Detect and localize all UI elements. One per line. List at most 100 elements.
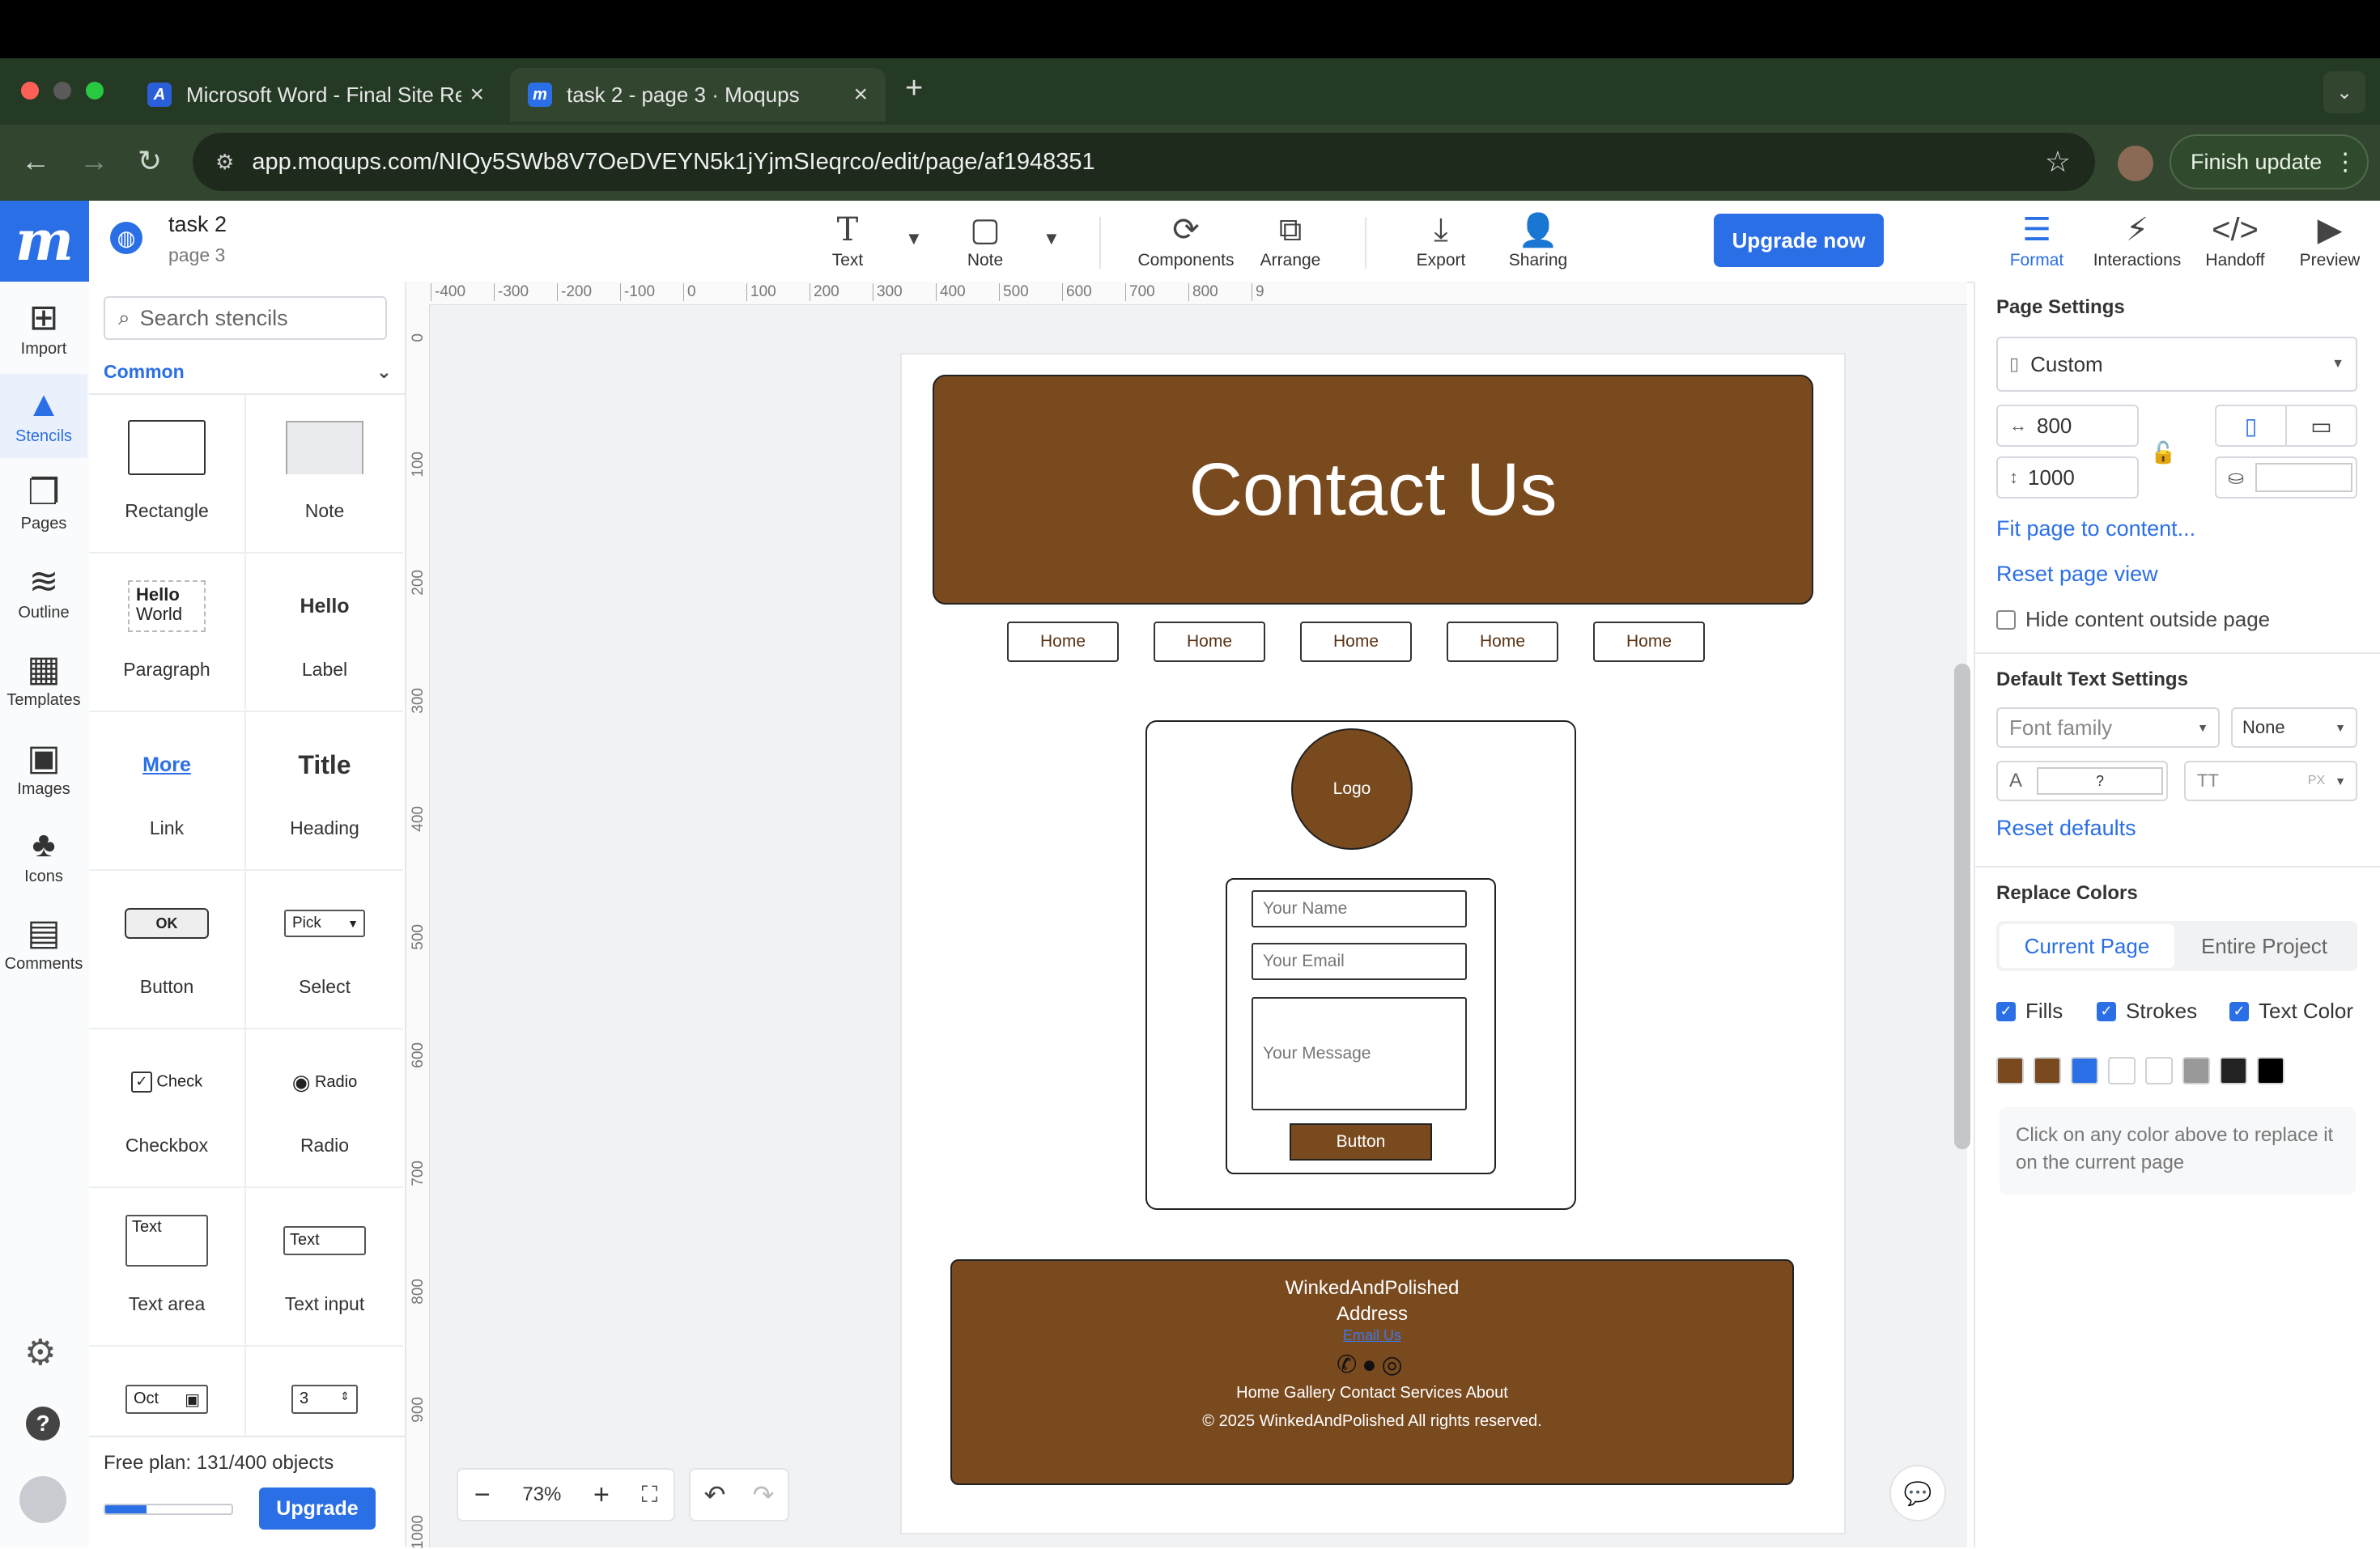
- nav-button-home[interactable]: Home: [1154, 622, 1265, 662]
- whatsapp-icon[interactable]: ◎: [1382, 1352, 1408, 1378]
- color-swatch[interactable]: [2034, 1057, 2061, 1084]
- stencil-heading[interactable]: Title Heading: [246, 712, 403, 871]
- stencil-number-stepper[interactable]: 3 ⇕: [246, 1347, 403, 1436]
- tab-entire-project[interactable]: Entire Project: [2174, 924, 2354, 968]
- arrange-button[interactable]: ⧉ Arrange: [1252, 209, 1329, 270]
- nav-button-home[interactable]: Home: [1007, 622, 1119, 662]
- stencil-label-item[interactable]: Hello Label: [246, 554, 403, 712]
- logo-circle[interactable]: Logo: [1291, 728, 1413, 850]
- rail-stencils[interactable]: ▲ Stencils: [0, 382, 87, 446]
- reset-page-view-link[interactable]: Reset page view: [1996, 562, 2158, 587]
- color-swatch[interactable]: [2182, 1057, 2210, 1084]
- rail-icons[interactable]: ♣ Icons: [0, 822, 87, 886]
- preview-tab[interactable]: ▶ Preview: [2293, 209, 2367, 270]
- stencil-text-area[interactable]: Text Text area: [89, 1188, 246, 1347]
- mockup-footer[interactable]: WinkedAndPolished Address Email Us ✆●◎ H…: [950, 1259, 1794, 1485]
- note-tool[interactable]: ▢ Note: [963, 209, 1007, 270]
- zoom-out-icon[interactable]: −: [474, 1479, 491, 1511]
- rail-pages[interactable]: ❐ Pages: [0, 469, 87, 533]
- nav-button-home[interactable]: Home: [1447, 622, 1558, 662]
- hero-banner[interactable]: Contact Us: [933, 375, 1813, 605]
- page-size-select[interactable]: ▯ Custom ▼: [1996, 337, 2357, 392]
- rail-outline[interactable]: ≋ Outline: [0, 558, 87, 622]
- text-tool[interactable]: T Text: [826, 209, 869, 270]
- portrait-icon[interactable]: ▯: [2216, 406, 2287, 445]
- site-settings-icon[interactable]: ⚙: [215, 150, 234, 175]
- font-family-select[interactable]: Font family ▼: [1996, 707, 2220, 748]
- submit-button[interactable]: Button: [1290, 1123, 1432, 1161]
- minimize-window-button[interactable]: [53, 82, 71, 100]
- browser-tab-moqups[interactable]: m task 2 - page 3 · Moqups ×: [510, 68, 886, 121]
- nav-button-home[interactable]: Home: [1593, 622, 1705, 662]
- category-select[interactable]: Common ⌄: [104, 361, 392, 383]
- export-button[interactable]: ⤓ Export: [1409, 209, 1473, 270]
- zoom-level[interactable]: 73%: [522, 1483, 561, 1506]
- browser-tab-word[interactable]: A Microsoft Word - Final Site Re ×: [130, 68, 502, 121]
- help-icon[interactable]: ?: [26, 1407, 60, 1441]
- user-avatar[interactable]: [19, 1476, 66, 1523]
- rail-import[interactable]: ⊞ Import: [0, 295, 87, 359]
- settings-gear-icon[interactable]: ⚙: [24, 1332, 56, 1373]
- search-stencils-input[interactable]: ⌕ Search stencils: [104, 296, 387, 340]
- interactions-tab[interactable]: ⚡ Interactions: [2089, 209, 2186, 270]
- bookmark-star-icon[interactable]: ☆: [2045, 145, 2071, 179]
- back-icon[interactable]: ←: [21, 144, 50, 178]
- close-tab-icon[interactable]: ×: [470, 81, 484, 108]
- fit-page-link[interactable]: Fit page to content...: [1996, 516, 2195, 541]
- finish-update-button[interactable]: Finish update ⋮: [2170, 134, 2369, 189]
- stencil-text-input[interactable]: Text Text input: [246, 1188, 403, 1347]
- stencil-rectangle[interactable]: Rectangle: [89, 395, 246, 554]
- font-color-picker[interactable]: A ?: [1996, 761, 2168, 801]
- format-tab[interactable]: ☰ Format: [1996, 209, 2077, 270]
- stencil-date-picker[interactable]: Oct ▣: [89, 1347, 246, 1436]
- tab-current-page[interactable]: Current Page: [2000, 924, 2174, 968]
- page-width-input[interactable]: ↔ 800: [1996, 405, 2139, 447]
- chat-icon[interactable]: 💬: [1889, 1465, 1946, 1521]
- profile-avatar[interactable]: [2118, 146, 2153, 181]
- stencil-note[interactable]: Note: [246, 395, 403, 554]
- text-dropdown-icon[interactable]: ▼: [905, 228, 923, 249]
- handoff-tab[interactable]: </> Handoff: [2199, 209, 2272, 270]
- globe-icon[interactable]: ◍: [110, 222, 142, 254]
- stencil-link[interactable]: More Link: [89, 712, 246, 871]
- page-fill-color[interactable]: ⛀: [2215, 456, 2357, 499]
- more-menu-icon[interactable]: ⋮: [2333, 148, 2357, 176]
- sharing-button[interactable]: 👤 Sharing: [1499, 209, 1577, 270]
- color-swatch[interactable]: [2071, 1057, 2098, 1084]
- zoom-in-icon[interactable]: +: [593, 1479, 610, 1511]
- stencil-paragraph[interactable]: Hello World Paragraph: [89, 554, 246, 712]
- color-swatch[interactable]: [2145, 1057, 2173, 1084]
- reload-icon[interactable]: ↻: [138, 144, 162, 178]
- your-email-input[interactable]: Your Email: [1252, 943, 1467, 980]
- maximize-window-button[interactable]: [86, 82, 104, 100]
- fit-screen-icon[interactable]: ⛶: [642, 1482, 658, 1509]
- strokes-checkbox[interactable]: ✓ Strokes: [2097, 999, 2197, 1024]
- tab-search-button[interactable]: ⌄: [2323, 71, 2365, 113]
- rail-images[interactable]: ▣ Images: [0, 735, 87, 799]
- address-bar[interactable]: ⚙ app.moqups.com/NIQy5SWb8V7OeDVEYN5k1jY…: [193, 133, 2095, 191]
- new-tab-icon[interactable]: +: [905, 71, 923, 106]
- nav-button-home[interactable]: Home: [1300, 622, 1412, 662]
- stencil-select[interactable]: Pick ▼ Select: [246, 871, 403, 1029]
- landscape-icon[interactable]: ▭: [2287, 406, 2356, 445]
- color-swatch[interactable]: [2257, 1057, 2284, 1084]
- color-swatch[interactable]: [2220, 1057, 2247, 1084]
- close-window-button[interactable]: [21, 82, 39, 100]
- color-swatch[interactable]: [1996, 1057, 2024, 1084]
- moqups-logo[interactable]: m: [0, 201, 89, 282]
- rail-templates[interactable]: ▦ Templates: [0, 646, 87, 710]
- rail-comments[interactable]: ▤ Comments: [0, 910, 87, 974]
- upgrade-button[interactable]: Upgrade: [259, 1487, 376, 1530]
- canvas-scrollbar[interactable]: [1954, 664, 1970, 1149]
- your-name-input[interactable]: Your Name: [1252, 890, 1467, 927]
- close-tab-icon[interactable]: ×: [853, 81, 868, 108]
- facebook-icon[interactable]: ●: [1362, 1352, 1381, 1378]
- footer-email-link[interactable]: Email Us: [952, 1327, 1792, 1344]
- text-color-checkbox[interactable]: ✓ Text Color: [2229, 999, 2353, 1024]
- fills-checkbox[interactable]: ✓ Fills: [1996, 999, 2063, 1024]
- project-title[interactable]: task 2: [168, 212, 227, 237]
- stencil-radio[interactable]: ◉ Radio Radio: [246, 1029, 403, 1188]
- your-message-textarea[interactable]: Your Message: [1252, 997, 1467, 1110]
- stencil-checkbox[interactable]: ✓ Check Checkbox: [89, 1029, 246, 1188]
- aspect-lock-icon[interactable]: 🔓: [2150, 440, 2176, 465]
